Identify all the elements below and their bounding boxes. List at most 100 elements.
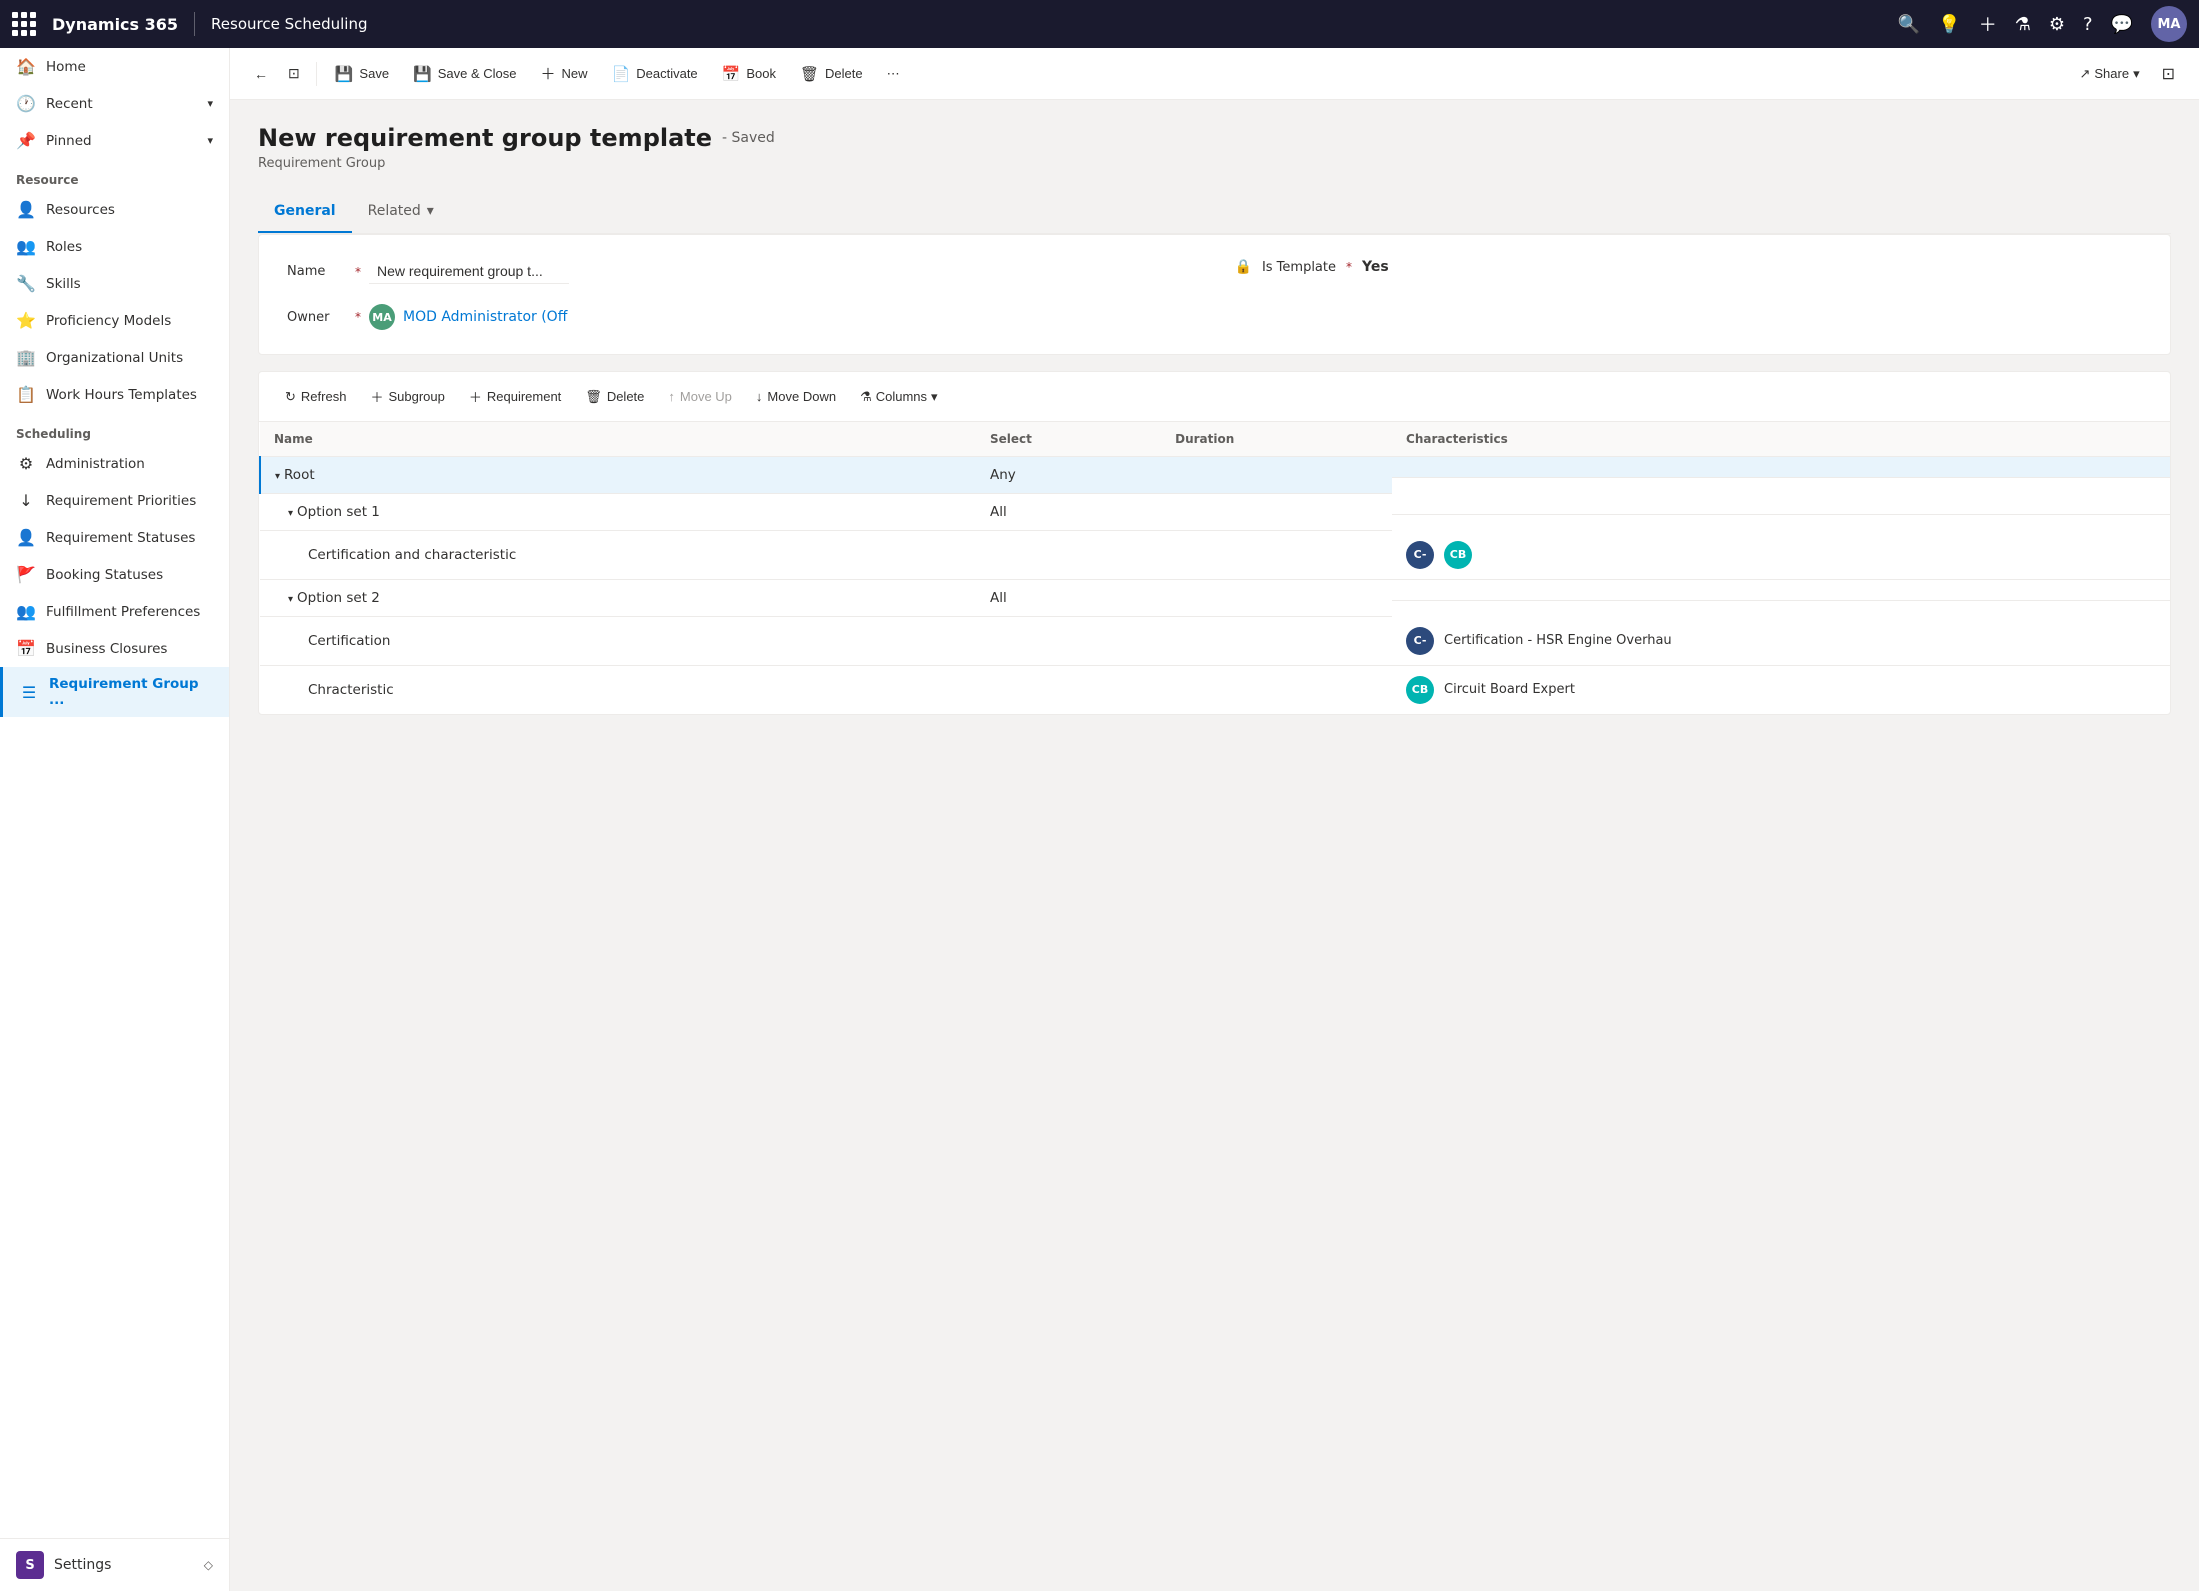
sidebar-item-skills[interactable]: 🔧 Skills — [0, 265, 229, 302]
sidebar-item-org-units[interactable]: 🏢 Organizational Units — [0, 339, 229, 376]
more-button[interactable]: ⋯ — [877, 60, 910, 88]
screen-mode-button[interactable]: ⊡ — [2154, 58, 2183, 90]
name-input[interactable] — [369, 259, 569, 284]
sidebar-item-recent[interactable]: 🕐 Recent ▾ — [0, 85, 229, 122]
settings-chevron-icon: ◇ — [204, 1558, 213, 1572]
table-row[interactable]: Certification and characteristic C-CB — [260, 531, 2170, 580]
grid-header: Name Select Duration Characteristics — [260, 422, 2170, 457]
form-tabs: General Related ▾ — [258, 191, 2171, 234]
tab-related[interactable]: Related ▾ — [352, 191, 450, 233]
form-title-text: New requirement group template — [258, 124, 712, 152]
table-row[interactable]: CertificationC-Certification - HSR Engin… — [260, 617, 2170, 666]
chat-icon[interactable]: 💬 — [2111, 14, 2133, 35]
col-duration: Duration — [1161, 422, 1392, 457]
sidebar-item-business-closures[interactable]: 📅 Business Closures — [0, 630, 229, 667]
ideas-icon[interactable]: 💡 — [1938, 14, 1960, 35]
search-icon[interactable]: 🔍 — [1898, 14, 1920, 35]
owner-required-star: * — [355, 310, 361, 324]
move-up-button[interactable]: ↑ Move Up — [658, 384, 742, 409]
new-label: New — [562, 66, 588, 81]
characteristic-badge: C- — [1406, 541, 1434, 569]
cell-characteristics: C-CB — [1392, 531, 2170, 580]
sidebar-item-fulfillment[interactable]: 👥 Fulfillment Preferences — [0, 593, 229, 630]
cell-duration — [1161, 531, 1392, 580]
sidebar-item-administration[interactable]: ⚙ Administration — [0, 445, 229, 482]
table-row[interactable]: ▾Option set 2All — [260, 580, 2170, 617]
app-brand: Dynamics 365 — [52, 15, 178, 34]
resource-icon: 👤 — [16, 200, 36, 219]
save-close-button[interactable]: 💾 Save & Close — [403, 59, 526, 89]
row-chevron-icon: ▾ — [288, 508, 293, 519]
sidebar-label: Business Closures — [46, 641, 167, 657]
col-characteristics: Characteristics — [1392, 422, 2170, 457]
col-name: Name — [260, 422, 976, 457]
cell-duration — [1161, 494, 1392, 531]
sidebar-item-proficiency[interactable]: ⭐ Proficiency Models — [0, 302, 229, 339]
user-avatar[interactable]: MA — [2151, 6, 2187, 42]
characteristic-text: Certification - HSR Engine Overhau — [1444, 633, 1672, 648]
sidebar-item-roles[interactable]: 👥 Roles — [0, 228, 229, 265]
help-icon[interactable]: ? — [2083, 14, 2093, 35]
new-button[interactable]: ＋ New — [531, 57, 598, 90]
recent-icon: 🕐 — [16, 94, 36, 113]
back-button[interactable]: ← — [246, 60, 276, 88]
characteristic-text: Circuit Board Expert — [1444, 682, 1575, 697]
sidebar-item-pinned[interactable]: 📌 Pinned ▾ — [0, 122, 229, 159]
book-label: Book — [746, 66, 776, 81]
sidebar-label: Skills — [46, 276, 81, 292]
grid-delete-button[interactable]: 🗑 Delete — [575, 384, 654, 410]
save-button[interactable]: 💾 Save — [325, 59, 399, 89]
columns-button[interactable]: ⚗ Columns ▾ — [850, 384, 947, 410]
add-requirement-button[interactable]: ＋ Requirement — [459, 382, 571, 411]
share-button[interactable]: ↗ Share ▾ — [2069, 60, 2149, 88]
sidebar-item-req-priorities[interactable]: ↓ Requirement Priorities — [0, 482, 229, 519]
table-row[interactable]: ChracteristicCBCircuit Board Expert — [260, 666, 2170, 714]
sidebar-item-work-hours[interactable]: 📋 Work Hours Templates — [0, 376, 229, 413]
section-header-resource: Resource — [0, 165, 229, 191]
home-icon: 🏠 — [16, 57, 36, 76]
book-button[interactable]: 📅 Book — [712, 59, 786, 89]
delete-button[interactable]: 🗑 Delete — [790, 59, 873, 89]
cell-select: Any — [976, 457, 1161, 494]
sidebar-item-req-group[interactable]: ☰ Requirement Group ... — [0, 667, 229, 717]
restore-button[interactable]: ⊡ — [280, 59, 308, 88]
name-field-label: Name — [287, 264, 347, 279]
add-icon[interactable]: ＋ — [1979, 11, 1997, 37]
table-row[interactable]: ▾RootAny — [260, 457, 2170, 494]
share-chevron-icon: ▾ — [2133, 66, 2140, 82]
form-card: Name * 🔒 Is Template * Yes Owner * — [258, 234, 2171, 355]
characteristic-badge: CB — [1406, 676, 1434, 704]
add-subgroup-button[interactable]: ＋ Subgroup — [360, 382, 454, 411]
tab-general[interactable]: General — [258, 191, 352, 233]
cell-name: ▾Option set 2 — [260, 580, 976, 617]
cell-select — [976, 666, 1161, 714]
filter-icon[interactable]: ⚗ — [2015, 14, 2031, 35]
row-name-text: Option set 1 — [297, 504, 380, 520]
save-close-label: Save & Close — [438, 66, 517, 81]
cell-select: All — [976, 580, 1161, 617]
settings-icon[interactable]: ⚙ — [2049, 14, 2065, 35]
tab-general-label: General — [274, 203, 336, 219]
row-name-text: Certification and characteristic — [308, 547, 516, 563]
sidebar-settings[interactable]: S Settings ◇ — [0, 1538, 229, 1591]
sidebar-item-resources[interactable]: 👤 Resources — [0, 191, 229, 228]
cell-characteristics: CB Circuit Board Expert — [1392, 666, 2170, 714]
form-type-label: Requirement Group — [258, 156, 2171, 171]
chevron-down-icon: ▾ — [207, 134, 213, 147]
command-bar: ← ⊡ 💾 Save 💾 Save & Close ＋ New 📄 Deacti… — [230, 48, 2199, 100]
owner-field: Owner * MA MOD Administrator (Off — [287, 304, 2142, 330]
fulfillment-icon: 👥 — [16, 602, 36, 621]
sidebar-item-home[interactable]: 🏠 Home — [0, 48, 229, 85]
sidebar-item-req-statuses[interactable]: 👤 Requirement Statuses — [0, 519, 229, 556]
waffle-menu[interactable] — [12, 12, 36, 36]
grid-table-wrapper: Name Select Duration Characteristics ▾Ro… — [259, 422, 2170, 714]
sidebar-item-booking-statuses[interactable]: 🚩 Booking Statuses — [0, 556, 229, 593]
deactivate-button[interactable]: 📄 Deactivate — [602, 59, 708, 89]
delete-label: Delete — [825, 66, 863, 81]
table-row[interactable]: ▾Option set 1All — [260, 494, 2170, 531]
owner-link[interactable]: MOD Administrator (Off — [403, 309, 567, 325]
proficiency-icon: ⭐ — [16, 311, 36, 330]
move-down-button[interactable]: ↓ Move Down — [746, 384, 846, 409]
cell-select — [976, 531, 1161, 580]
refresh-button[interactable]: ↻ Refresh — [275, 384, 356, 410]
